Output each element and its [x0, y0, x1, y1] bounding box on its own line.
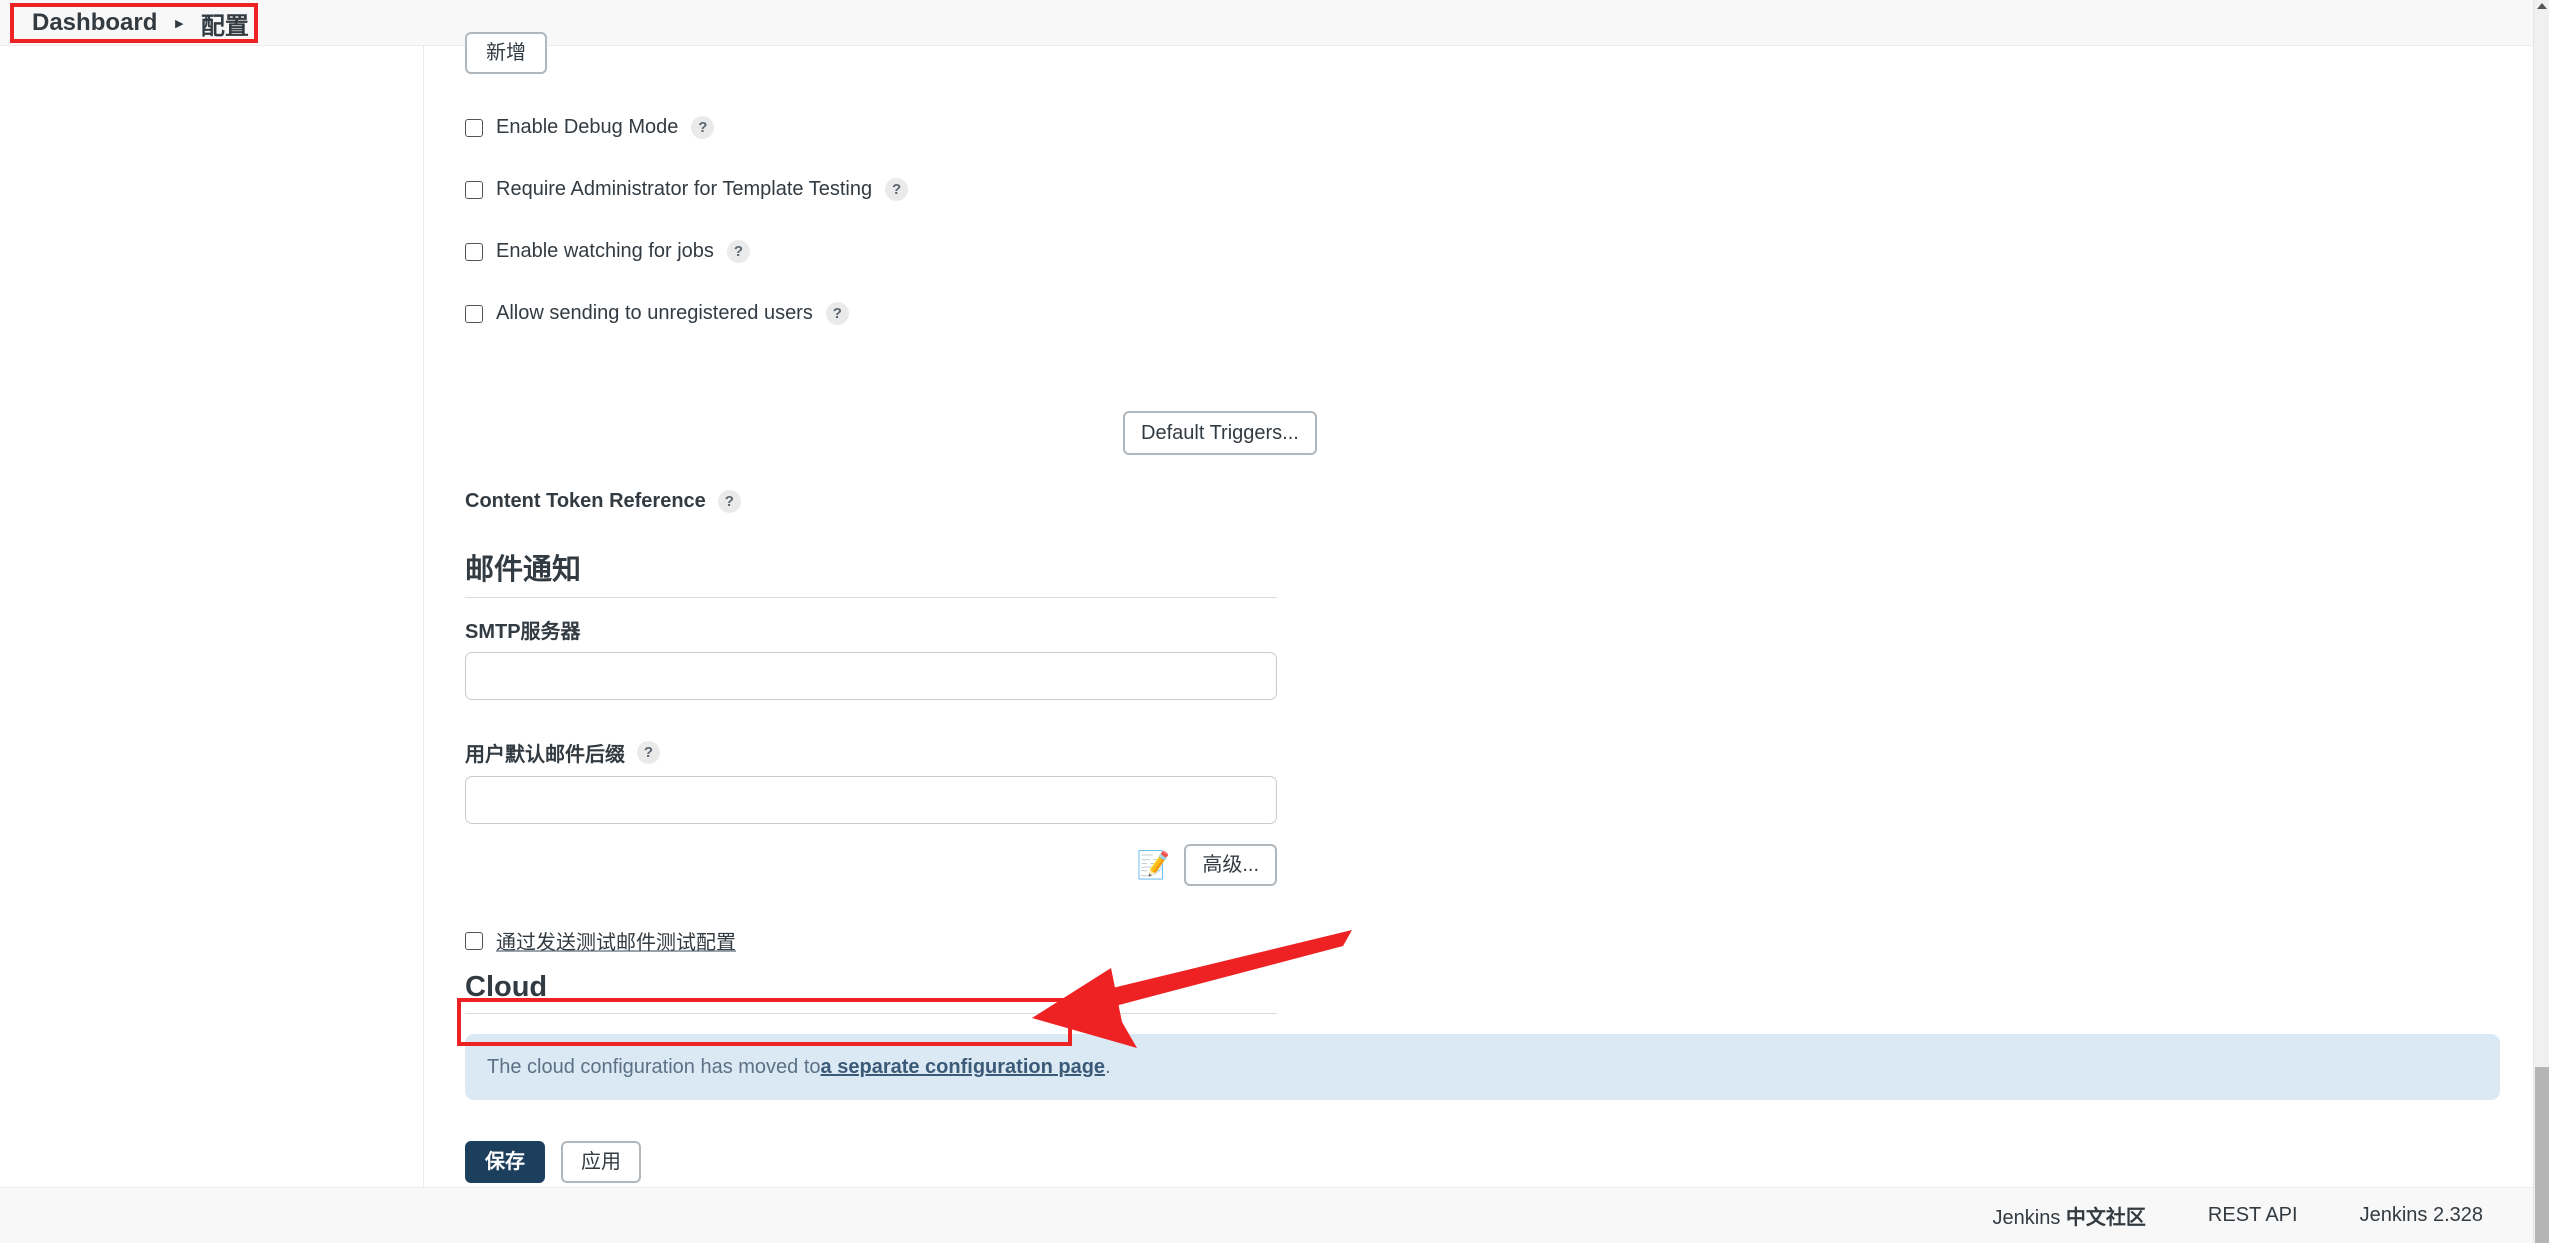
cloud-info-banner: The cloud configuration has moved to a s…	[465, 1034, 2500, 1100]
checkbox-row-allow-unregistered[interactable]: Allow sending to unregistered users ?	[465, 302, 849, 325]
save-button[interactable]: 保存	[465, 1141, 545, 1183]
smtp-server-label-row: SMTP服务器	[465, 615, 581, 644]
footer-link-version[interactable]: Jenkins 2.328	[2360, 1204, 2483, 1227]
breadcrumb: Dashboard ▸ 配置	[14, 3, 267, 43]
email-notification-section: 邮件通知	[465, 546, 1277, 598]
checkbox-row-test-configuration[interactable]: 通过发送测试邮件测试配置	[465, 926, 736, 955]
advanced-row: 📝 高级...	[465, 844, 1277, 886]
checkbox-test-configuration[interactable]	[465, 931, 483, 950]
default-suffix-label: 用户默认邮件后缀 ?	[465, 738, 660, 767]
breadcrumb-bar: Dashboard ▸ 配置	[0, 0, 2533, 46]
checkbox-row-enable-watching[interactable]: Enable watching for jobs ?	[465, 240, 750, 263]
section-title-cloud: Cloud	[465, 971, 1277, 1014]
content-token-reference-row: Content Token Reference ?	[465, 490, 741, 513]
default-triggers-button[interactable]: Default Triggers...	[1123, 411, 1317, 455]
breadcrumb-item-dashboard[interactable]: Dashboard	[32, 9, 157, 37]
checkbox-label-enable-watching: Enable watching for jobs	[496, 240, 714, 262]
breadcrumb-item-configure[interactable]: 配置	[201, 6, 249, 41]
cloud-banner-suffix: .	[1105, 1055, 1111, 1078]
vertical-scrollbar[interactable]	[2533, 0, 2549, 1243]
default-suffix-label-row: 用户默认邮件后缀 ?	[465, 738, 660, 767]
jenkins-configure-page: Dashboard ▸ 配置 新增 Enable Debug Mode ? Re…	[0, 0, 2549, 1243]
footer-community-prefix: Jenkins	[1992, 1207, 2066, 1229]
apply-button[interactable]: 应用	[561, 1141, 641, 1183]
checkbox-allow-unregistered[interactable]	[465, 304, 483, 323]
help-icon[interactable]: ?	[885, 178, 909, 201]
cloud-banner-prefix: The cloud configuration has moved to	[487, 1055, 821, 1078]
default-suffix-label-text: 用户默认邮件后缀	[465, 744, 625, 766]
checkbox-label-enable-debug-mode: Enable Debug Mode	[496, 116, 679, 138]
checkbox-enable-debug-mode[interactable]	[465, 118, 483, 137]
page-footer: Jenkins 中文社区 REST API Jenkins 2.328	[0, 1187, 2533, 1243]
help-icon[interactable]: ?	[825, 302, 849, 325]
content-token-reference-label: Content Token Reference	[465, 490, 706, 512]
checkbox-require-administrator[interactable]	[465, 180, 483, 199]
memo-icon: 📝	[1136, 849, 1171, 880]
scroll-up-arrow-icon[interactable]	[2537, 3, 2547, 9]
footer-link-rest-api[interactable]: REST API	[2208, 1204, 2298, 1227]
checkbox-label-require-administrator: Require Administrator for Template Testi…	[496, 178, 873, 200]
chevron-right-icon: ▸	[175, 14, 183, 32]
main-content: 新增 Enable Debug Mode ? Require Administr…	[425, 32, 2533, 1187]
checkbox-row-require-administrator[interactable]: Require Administrator for Template Testi…	[465, 178, 909, 201]
smtp-server-label: SMTP服务器	[465, 621, 581, 643]
section-title-email: 邮件通知	[465, 546, 1277, 598]
checkbox-row-enable-debug-mode[interactable]: Enable Debug Mode ?	[465, 116, 715, 139]
sidebar	[0, 46, 424, 1187]
add-button[interactable]: 新增	[465, 32, 547, 74]
form-action-buttons: 保存 应用	[465, 1141, 641, 1183]
checkbox-label-test-configuration[interactable]: 通过发送测试邮件测试配置	[496, 926, 736, 955]
advanced-button[interactable]: 高级...	[1184, 844, 1277, 886]
footer-community-name: 中文社区	[2065, 1207, 2146, 1229]
footer-link-community[interactable]: Jenkins 中文社区	[1993, 1201, 2146, 1230]
checkbox-label-allow-unregistered: Allow sending to unregistered users	[496, 302, 813, 324]
default-suffix-input[interactable]	[465, 776, 1277, 824]
cloud-section: Cloud	[465, 971, 1277, 1014]
cloud-banner-link[interactable]: a separate configuration page	[821, 1056, 1106, 1079]
help-icon[interactable]: ?	[637, 741, 660, 764]
help-icon[interactable]: ?	[691, 116, 715, 139]
smtp-server-input[interactable]	[465, 652, 1277, 700]
scrollbar-thumb[interactable]	[2535, 1067, 2549, 1243]
help-icon[interactable]: ?	[726, 240, 750, 263]
checkbox-enable-watching[interactable]	[465, 242, 483, 261]
help-icon[interactable]: ?	[717, 490, 741, 513]
